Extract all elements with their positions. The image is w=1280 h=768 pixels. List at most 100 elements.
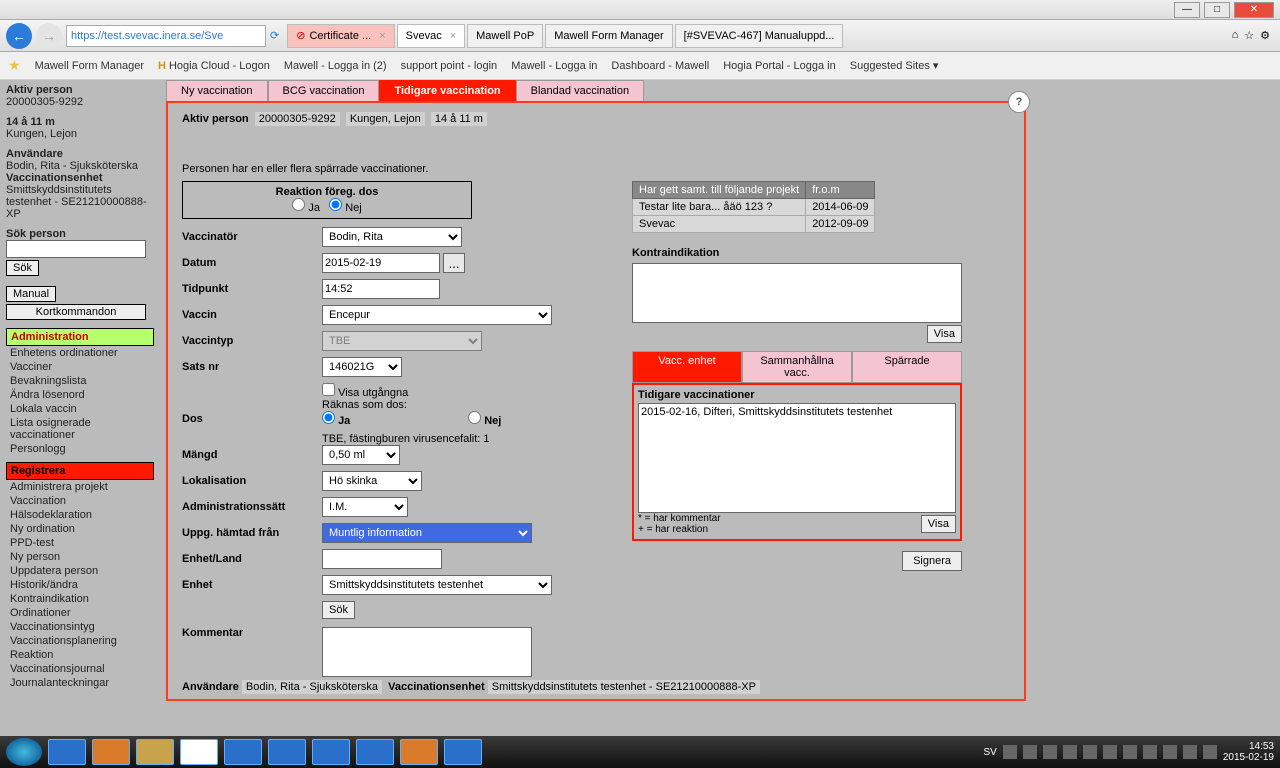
tray-icon[interactable] (1023, 745, 1037, 759)
enhetland-input[interactable] (322, 549, 442, 569)
menu-item[interactable]: Kontraindikation (6, 592, 154, 606)
back-button[interactable]: ← (6, 23, 32, 49)
tray-icon[interactable] (1163, 745, 1177, 759)
help-icon[interactable]: ? (1008, 91, 1030, 113)
gear-icon[interactable]: ⚙ (1260, 29, 1270, 42)
menu-item[interactable]: Personlogg (6, 442, 154, 456)
menu-item[interactable]: Ändra lösenord (6, 388, 154, 402)
search-person-button[interactable]: Sök (6, 260, 39, 276)
menu-item[interactable]: Vaccinationsjournal (6, 662, 154, 676)
refresh-icon[interactable]: ⟳ (270, 29, 279, 42)
menu-item[interactable]: Enhetens ordinationer (6, 346, 154, 360)
menu-item[interactable]: Lista osignerade vaccinationer (6, 416, 154, 442)
bookmark-item[interactable]: Suggested Sites ▾ (850, 59, 939, 72)
prev-vacc-list[interactable]: 2015-02-16, Difteri, Smittskyddsinstitut… (638, 403, 956, 513)
menu-item[interactable]: Uppdatera person (6, 564, 154, 578)
tray-icon[interactable] (1123, 745, 1137, 759)
taskbar-app-icon[interactable] (268, 739, 306, 765)
menu-item[interactable]: Vaccinationsplanering (6, 634, 154, 648)
tidpunkt-input[interactable] (322, 279, 440, 299)
tray-icon[interactable] (1063, 745, 1077, 759)
lokal-select[interactable]: Hö skinka (322, 471, 422, 491)
taskbar-chrome-icon[interactable] (180, 739, 218, 765)
tray-icon[interactable] (1203, 745, 1217, 759)
taskbar-skype-icon[interactable] (356, 739, 394, 765)
tray-icon[interactable] (1183, 745, 1197, 759)
tray-lang[interactable]: SV (984, 747, 997, 758)
tab-blandad-vaccination[interactable]: Blandad vaccination (516, 80, 644, 101)
vacc-tab-sammanhallna[interactable]: Sammanhållna vacc. (742, 351, 852, 383)
menu-item[interactable]: Lokala vaccin (6, 402, 154, 416)
visa-prev-button[interactable]: Visa (921, 515, 956, 533)
search-person-input[interactable] (6, 240, 146, 258)
tray-icon[interactable] (1003, 745, 1017, 759)
taskbar-app-icon[interactable] (224, 739, 262, 765)
sats-select[interactable]: 146021G (322, 357, 402, 377)
visa-utgangna-checkbox[interactable]: Visa utgångna (322, 387, 408, 399)
taskbar-app-icon[interactable] (92, 739, 130, 765)
close-icon[interactable]: × (379, 30, 385, 42)
start-button[interactable] (6, 738, 42, 766)
menu-item[interactable]: Historik/ändra (6, 578, 154, 592)
tab-tidigare-vaccination[interactable]: Tidigare vaccination (379, 80, 515, 101)
address-bar[interactable]: https://test.svevac.inera.se/Sve (66, 25, 266, 47)
taskbar-ie-icon[interactable] (48, 739, 86, 765)
menu-item[interactable]: Vaccinationsintyg (6, 620, 154, 634)
tray-icon[interactable] (1043, 745, 1057, 759)
menu-item[interactable]: Hälsodeklaration (6, 508, 154, 522)
tray-icon[interactable] (1103, 745, 1117, 759)
bookmark-item[interactable]: Mawell - Logga in (2) (284, 60, 387, 72)
taskbar-explorer-icon[interactable] (136, 739, 174, 765)
enhet-select[interactable]: Smittskyddsinstitutets testenhet (322, 575, 552, 595)
tab-svevac-467[interactable]: [#SVEVAC-467] Manualuppd... (675, 24, 844, 48)
menu-item[interactable]: Ny person (6, 550, 154, 564)
tab-svevac[interactable]: Svevac× (397, 24, 466, 48)
datum-picker-button[interactable]: ... (443, 253, 465, 273)
bookmark-item[interactable]: Mawell Form Manager (35, 60, 144, 72)
list-item[interactable]: 2015-02-16, Difteri, Smittskyddsinstitut… (641, 406, 953, 418)
uppg-select[interactable]: Muntlig information (322, 523, 532, 543)
radio-dos-nej[interactable]: Nej (468, 411, 608, 427)
radio-nej[interactable]: Nej (329, 202, 362, 214)
menu-item[interactable]: Ordinationer (6, 606, 154, 620)
menu-item[interactable]: Journalanteckningar (6, 676, 154, 690)
vacc-tab-enhet[interactable]: Vacc. enhet (632, 351, 742, 383)
home-icon[interactable]: ⌂ (1232, 29, 1239, 42)
menu-item[interactable]: Reaktion (6, 648, 154, 662)
radio-ja[interactable]: Ja (292, 202, 320, 214)
taskbar-app-icon[interactable] (312, 739, 350, 765)
tab-mawell-pop[interactable]: Mawell PoP (467, 24, 543, 48)
shortcuts-button[interactable]: Kortkommandon (6, 304, 146, 320)
tray-icon[interactable] (1083, 745, 1097, 759)
admin-select[interactable]: I.M. (322, 497, 408, 517)
window-minimize-button[interactable]: — (1174, 2, 1200, 18)
kommentar-textarea[interactable] (322, 627, 532, 677)
bookmark-item[interactable]: H Hogia Cloud - Logon (158, 60, 270, 72)
menu-item[interactable]: Ny ordination (6, 522, 154, 536)
window-maximize-button[interactable]: □ (1204, 2, 1230, 18)
signera-button[interactable]: Signera (902, 551, 962, 571)
vaccin-select[interactable]: Encepur (322, 305, 552, 325)
tab-ny-vaccination[interactable]: Ny vaccination (166, 80, 268, 101)
mangd-select[interactable]: 0,50 ml (322, 445, 400, 465)
taskbar-outlook-icon[interactable] (400, 739, 438, 765)
tab-bcg-vaccination[interactable]: BCG vaccination (268, 80, 380, 101)
tab-mawell-form[interactable]: Mawell Form Manager (545, 24, 672, 48)
manual-button[interactable]: Manual (6, 286, 56, 302)
vaccinator-select[interactable]: Bodin, Rita (322, 227, 462, 247)
tray-icon[interactable] (1143, 745, 1157, 759)
favorites-icon[interactable]: ☆ (1244, 29, 1254, 42)
tab-certificate[interactable]: ⊘Certificate ...× (287, 24, 394, 48)
tray-clock[interactable]: 14:532015-02-19 (1223, 741, 1274, 763)
visa-kontra-button[interactable]: Visa (927, 325, 962, 343)
forward-button[interactable]: → (36, 23, 62, 49)
menu-item[interactable]: Vaccination (6, 494, 154, 508)
bookmark-item[interactable]: Dashboard - Mawell (611, 60, 709, 72)
close-icon[interactable]: × (450, 30, 456, 42)
sok-enhet-button[interactable]: Sök (322, 601, 355, 619)
radio-dos-ja[interactable]: Ja (322, 411, 462, 427)
bookmark-item[interactable]: Mawell - Logga in (511, 60, 597, 72)
vacc-tab-sparrade[interactable]: Spärrade (852, 351, 962, 383)
menu-item[interactable]: Bevakningslista (6, 374, 154, 388)
menu-item[interactable]: Administrera projekt (6, 480, 154, 494)
